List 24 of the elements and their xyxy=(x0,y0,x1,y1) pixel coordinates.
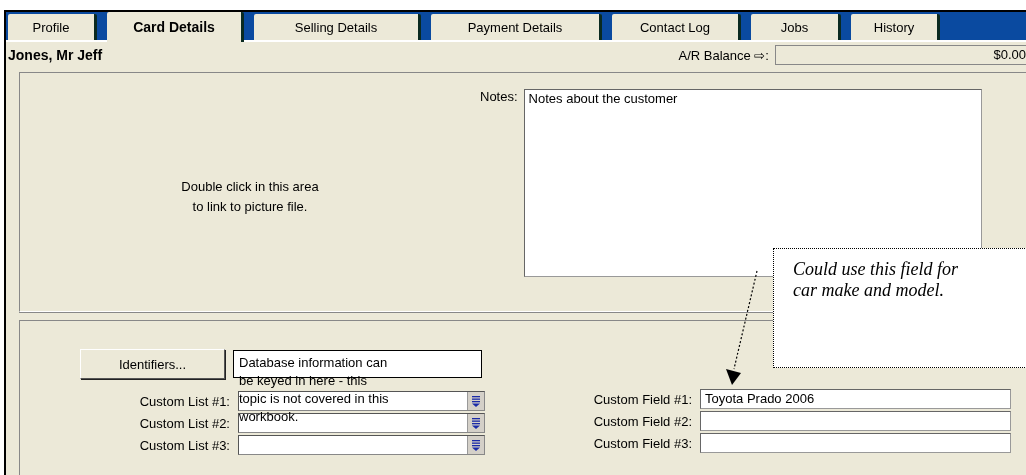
text-field[interactable] xyxy=(700,411,1011,431)
field-label: Custom Field #1: xyxy=(592,391,692,407)
balance-field: $0.00 xyxy=(775,45,1026,65)
dropdown[interactable] xyxy=(238,391,485,411)
text-field[interactable]: Toyota Prado 2006 xyxy=(700,389,1011,409)
tab[interactable]: History xyxy=(851,14,940,40)
field-label: Custom Field #3: xyxy=(592,435,692,451)
text-field[interactable] xyxy=(700,433,1011,453)
tab[interactable]: Profile xyxy=(8,14,97,40)
balance-label: A/R Balance ⇨: xyxy=(678,47,769,63)
tab[interactable]: Selling Details xyxy=(254,14,421,40)
field-label: Custom Field #2: xyxy=(592,413,692,429)
tab[interactable]: Jobs xyxy=(751,14,841,40)
picture-hint: Double click in this area to link to picture file. xyxy=(181,178,319,216)
field-label: Custom List #1: xyxy=(138,393,230,409)
notes-label: Notes: xyxy=(480,89,518,106)
identifiers-button[interactable]: Identifiers... xyxy=(80,349,225,379)
dropdown[interactable] xyxy=(238,435,485,455)
tab[interactable]: Contact Log xyxy=(612,14,741,40)
card-name: Jones, Mr Jeff xyxy=(8,47,103,63)
tab[interactable]: Card Details xyxy=(107,12,244,42)
tab[interactable]: Payment Details xyxy=(431,14,602,40)
field-label: Custom List #2: xyxy=(138,415,230,431)
field-label: Custom List #3: xyxy=(138,437,230,453)
